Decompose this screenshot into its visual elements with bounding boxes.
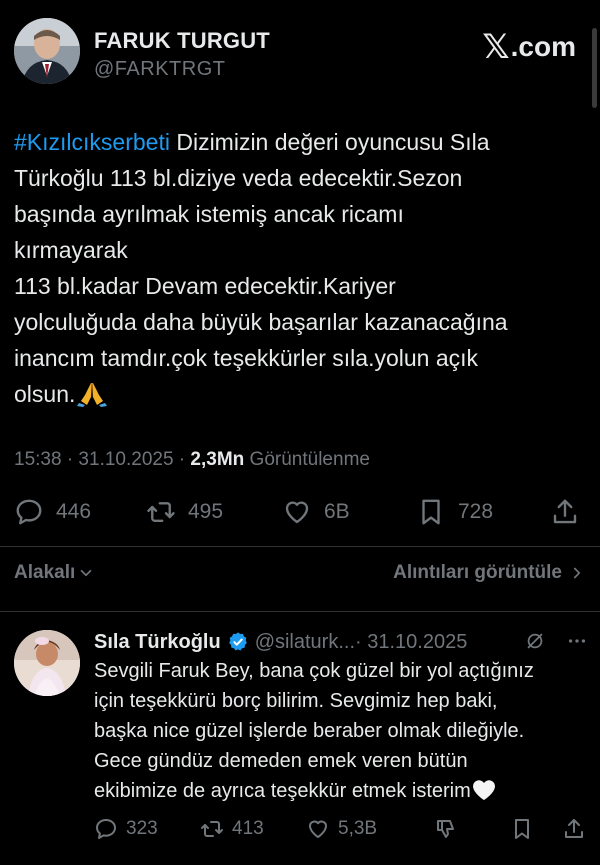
reply-text: Sevgili Faruk Bey, bana çok güzel bir yo… (94, 656, 590, 806)
divider (0, 546, 600, 547)
reply-tools (524, 630, 588, 652)
reply-author-name[interactable]: Sıla Türkoğlu (94, 631, 221, 654)
reply-icon (16, 499, 42, 525)
share-icon (553, 499, 577, 524)
reply-author-handle[interactable]: @silaturk... (255, 631, 355, 654)
x-logo: 𝕏 .com (482, 30, 576, 64)
repost-icon (201, 821, 223, 837)
x-icon: 𝕏 (482, 28, 510, 66)
like-button[interactable]: 6B (282, 494, 350, 530)
reply-header: Sıla Türkoğlu @silaturk... · 31.10.2025 (94, 628, 588, 656)
share-icon (565, 819, 583, 838)
reply-button[interactable]: 446 (14, 494, 91, 530)
view-count: 2,3Mn (190, 449, 245, 470)
tweet-actions: 446 495 6B 728 (14, 494, 586, 530)
chevron-right-icon (573, 567, 581, 579)
reply-actions: 323 413 5,3B (94, 814, 588, 844)
reply-like-count: 5,3B (338, 818, 378, 839)
bookmark-count: 728 (458, 500, 494, 523)
repost-count: 495 (188, 500, 224, 523)
chevron-down-icon (80, 569, 92, 577)
reply-reply-count: 323 (126, 818, 158, 839)
view-quotes-link[interactable]: Alıntıları görüntüle (393, 562, 586, 584)
reply-avatar[interactable] (14, 630, 80, 696)
reply-body: Sevgili Faruk Bey, bana çok güzel bir yo… (94, 660, 534, 802)
x-logo-text: .com (510, 31, 576, 62)
verified-badge-icon[interactable] (227, 631, 249, 653)
hashtag-link[interactable]: #Kızılcıkserbeti (14, 129, 170, 155)
reply-like-button[interactable]: 5,3B (306, 814, 377, 844)
tweet-timestamp[interactable]: 15:38 · 31.10.2025 · (14, 449, 190, 470)
white-heart-emoji-icon (471, 778, 497, 802)
heart-icon (285, 501, 309, 524)
tweet-text: #Kızılcıkserbeti Dizimizin değeri oyuncu… (14, 124, 586, 412)
grok-icon[interactable] (524, 630, 546, 652)
view-quotes-label: Alıntıları görüntüle (393, 562, 562, 583)
share-button[interactable] (550, 494, 592, 530)
author-name[interactable]: FARUK TURGUT (94, 28, 270, 54)
bookmark-icon (515, 819, 529, 839)
bookmark-icon (422, 499, 440, 525)
sort-label: Alakalı (14, 562, 76, 583)
reply-repost-count: 413 (232, 818, 264, 839)
tweet-body: Dizimizin değeri oyuncusu Sıla Türkoğlu … (14, 129, 508, 407)
heart-icon (309, 820, 327, 838)
folded-hands-emoji-icon (75, 379, 109, 407)
repost-button[interactable]: 495 (146, 494, 223, 530)
repost-icon (147, 502, 175, 522)
sort-dropdown[interactable]: Alakalı (14, 562, 95, 584)
reply-date[interactable]: · 31.10.2025 (355, 631, 467, 654)
reply-repost-button[interactable]: 413 (200, 814, 264, 844)
author-handle[interactable]: @FARKTRGT (94, 58, 270, 81)
like-count: 6B (324, 500, 350, 523)
views-label: Görüntülenme (244, 449, 370, 470)
reply-reply-button[interactable]: 323 (94, 814, 158, 844)
thumbs-down-icon (437, 820, 454, 838)
tweet-meta: 15:38 · 31.10.2025 · 2,3Mn Görüntülenme (14, 449, 370, 471)
scrollbar[interactable] (592, 28, 597, 108)
author-avatar[interactable] (14, 18, 80, 84)
more-options-icon[interactable] (566, 630, 588, 652)
reply-share-button[interactable] (562, 814, 594, 844)
reply-icon (96, 819, 116, 839)
reply-dislike-button[interactable] (434, 814, 466, 844)
bookmark-button[interactable]: 728 (416, 494, 493, 530)
tweet-header: FARUK TURGUT @FARKTRGT 𝕏 .com (14, 18, 586, 90)
divider (0, 611, 600, 612)
reply-bookmark-button[interactable] (510, 814, 542, 844)
reply-count: 446 (56, 500, 92, 523)
